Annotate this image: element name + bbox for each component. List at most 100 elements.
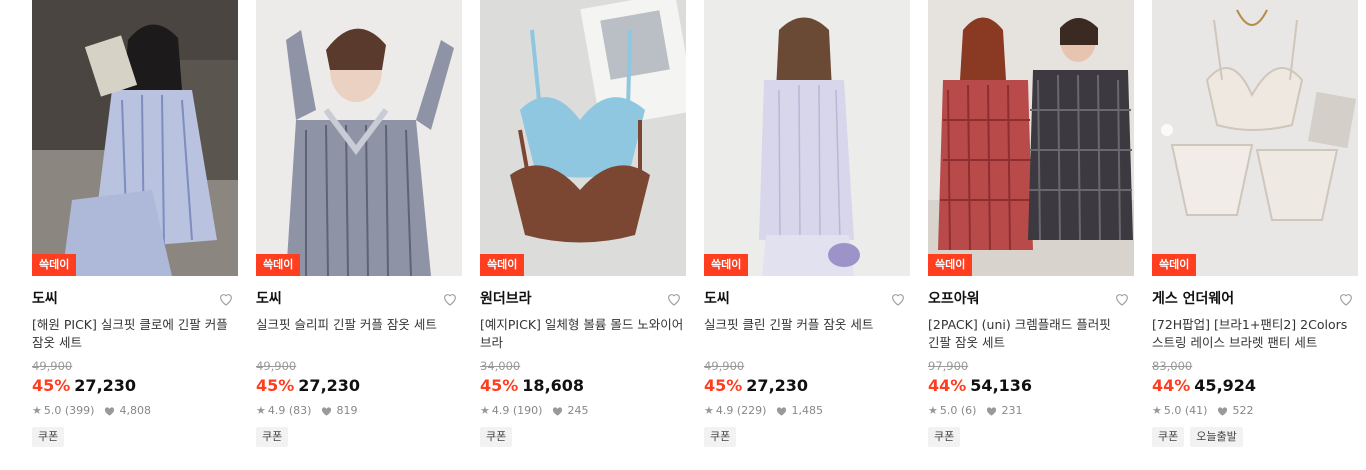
- tag-list: 쿠폰: [256, 427, 462, 447]
- discount-rate: 44%: [1152, 376, 1191, 395]
- sale-badge: 쓱데이: [480, 254, 525, 276]
- brand-row: 도씨: [704, 286, 910, 312]
- product-card[interactable]: 쓱데이 도씨 실크핏 슬리피 긴팔 커플 잠옷 세트 49,900 45% 27,…: [256, 0, 462, 470]
- heart-icon[interactable]: [1338, 291, 1354, 307]
- product-image[interactable]: 쓱데이: [704, 0, 910, 276]
- product-card[interactable]: 쓱데이 게스 언더웨어 [72H팝업] [브라1+팬티2] 2Colors 스트…: [1152, 0, 1358, 470]
- brand-name[interactable]: 원더브라: [480, 286, 686, 312]
- star-icon: ★: [928, 404, 938, 417]
- rating-row: ★ 5.0 (41) 522: [1152, 403, 1358, 419]
- heart-icon[interactable]: [666, 291, 682, 307]
- product-image[interactable]: 쓱데이: [928, 0, 1134, 276]
- review-count: (6): [960, 404, 977, 417]
- tag-list: 쿠폰: [704, 427, 910, 447]
- coupon-tag: 쿠폰: [704, 427, 737, 447]
- tag-list: 쿠폰: [480, 427, 686, 447]
- like-count-heart-icon: [322, 407, 332, 416]
- brand-name[interactable]: 게스 언더웨어: [1152, 286, 1358, 312]
- coupon-tag: 쿠폰: [256, 427, 289, 447]
- ships-today-tag: 오늘출발: [1190, 427, 1243, 447]
- rating-row: ★ 4.9 (83) 819: [256, 403, 462, 419]
- product-image[interactable]: 쓱데이: [480, 0, 686, 276]
- review-count: (83): [288, 404, 312, 417]
- product-grid: 쓱데이 도씨 [해원 PICK] 실크핏 클로에 긴팔 커플 잠옷 세트 49,…: [0, 0, 1366, 470]
- like-count: 231: [1001, 404, 1023, 417]
- coupon-tag: 쿠폰: [1152, 427, 1185, 447]
- pajama-photo-icon: [704, 0, 910, 276]
- original-price: 49,900: [704, 359, 745, 373]
- price-row: 45% 27,230: [704, 375, 910, 397]
- product-title[interactable]: [72H팝업] [브라1+팬티2] 2Colors 스트링 레이스 브라렛 팬티…: [1152, 316, 1358, 352]
- product-title[interactable]: 실크핏 클린 긴팔 커플 잠옷 세트: [704, 316, 910, 352]
- product-image[interactable]: 쓱데이: [32, 0, 238, 276]
- product-card[interactable]: 쓱데이 도씨 실크핏 클린 긴팔 커플 잠옷 세트 49,900 45% 27,2…: [704, 0, 910, 470]
- star-icon: ★: [32, 404, 42, 417]
- discount-rate: 45%: [256, 376, 295, 395]
- rating-value: 5.0: [1163, 404, 1182, 417]
- sale-badge: 쓱데이: [928, 254, 973, 276]
- original-price: 34,000: [480, 359, 521, 373]
- product-card[interactable]: 쓱데이 도씨 [해원 PICK] 실크핏 클로에 긴팔 커플 잠옷 세트 49,…: [32, 0, 238, 470]
- price-row: 44% 54,136: [928, 375, 1134, 397]
- original-price: 49,900: [32, 359, 73, 373]
- rating-row: ★ 4.9 (229) 1,485: [704, 403, 910, 419]
- review-count: (399): [64, 404, 95, 417]
- tag-list: 쿠폰: [32, 427, 238, 447]
- rating-row: ★ 4.9 (190) 245: [480, 403, 686, 419]
- lingerie-photo-icon: [1152, 0, 1358, 276]
- heart-icon[interactable]: [1114, 291, 1130, 307]
- tag-list: 쿠폰: [928, 427, 1134, 447]
- heart-icon[interactable]: [442, 291, 458, 307]
- pajama-photo-icon: [32, 0, 238, 276]
- product-title[interactable]: [2PACK] (uni) 크렘플래드 플러핏 긴팔 잠옷 세트: [928, 316, 1134, 352]
- like-count-heart-icon: [1218, 407, 1228, 416]
- brand-row: 게스 언더웨어: [1152, 286, 1358, 312]
- brand-name[interactable]: 오프아워: [928, 286, 1134, 312]
- like-count-heart-icon: [553, 407, 563, 416]
- rating-value: 4.9: [715, 404, 734, 417]
- star-icon: ★: [480, 404, 490, 417]
- discount-rate: 45%: [704, 376, 743, 395]
- star-icon: ★: [1152, 404, 1162, 417]
- sale-badge: 쓱데이: [704, 254, 749, 276]
- sale-price: 54,136: [970, 376, 1033, 395]
- like-count-heart-icon: [987, 407, 997, 416]
- like-count: 819: [336, 404, 358, 417]
- product-title[interactable]: [예지PICK] 일체형 볼륨 몰드 노와이어 브라: [480, 316, 686, 352]
- product-card[interactable]: 쓱데이 원더브라 [예지PICK] 일체형 볼륨 몰드 노와이어 브라 34,0…: [480, 0, 686, 470]
- sale-price: 27,230: [746, 376, 809, 395]
- heart-icon[interactable]: [218, 291, 234, 307]
- review-count: (41): [1184, 404, 1208, 417]
- product-card[interactable]: 쓱데이 오프아워 [2PACK] (uni) 크렘플래드 플러핏 긴팔 잠옷 세…: [928, 0, 1134, 470]
- couple-pajama-photo-icon: [928, 0, 1134, 276]
- like-count: 1,485: [791, 404, 823, 417]
- review-count: (190): [512, 404, 543, 417]
- like-count: 4,808: [119, 404, 151, 417]
- coupon-tag: 쿠폰: [480, 427, 513, 447]
- product-image[interactable]: 쓱데이: [1152, 0, 1358, 276]
- product-title[interactable]: [해원 PICK] 실크핏 클로에 긴팔 커플 잠옷 세트: [32, 316, 238, 352]
- like-count: 522: [1232, 404, 1254, 417]
- product-title[interactable]: 실크핏 슬리피 긴팔 커플 잠옷 세트: [256, 316, 462, 352]
- sale-price: 27,230: [298, 376, 361, 395]
- brand-name[interactable]: 도씨: [32, 286, 238, 312]
- like-count: 245: [567, 404, 589, 417]
- price-row: 45% 27,230: [32, 375, 238, 397]
- pajama-photo-icon: [256, 0, 462, 276]
- sale-badge: 쓱데이: [32, 254, 77, 276]
- original-price: 49,900: [256, 359, 297, 373]
- heart-icon[interactable]: [890, 291, 906, 307]
- rating-row: ★ 5.0 (399) 4,808: [32, 403, 238, 419]
- rating-value: 4.9: [267, 404, 286, 417]
- bra-photo-icon: [480, 0, 686, 276]
- original-price: 83,000: [1152, 359, 1193, 373]
- rating-row: ★ 5.0 (6) 231: [928, 403, 1134, 419]
- original-price: 97,900: [928, 359, 969, 373]
- brand-name[interactable]: 도씨: [704, 286, 910, 312]
- brand-row: 도씨: [32, 286, 238, 312]
- product-image[interactable]: 쓱데이: [256, 0, 462, 276]
- star-icon: ★: [256, 404, 266, 417]
- coupon-tag: 쿠폰: [928, 427, 961, 447]
- review-count: (229): [736, 404, 767, 417]
- brand-name[interactable]: 도씨: [256, 286, 462, 312]
